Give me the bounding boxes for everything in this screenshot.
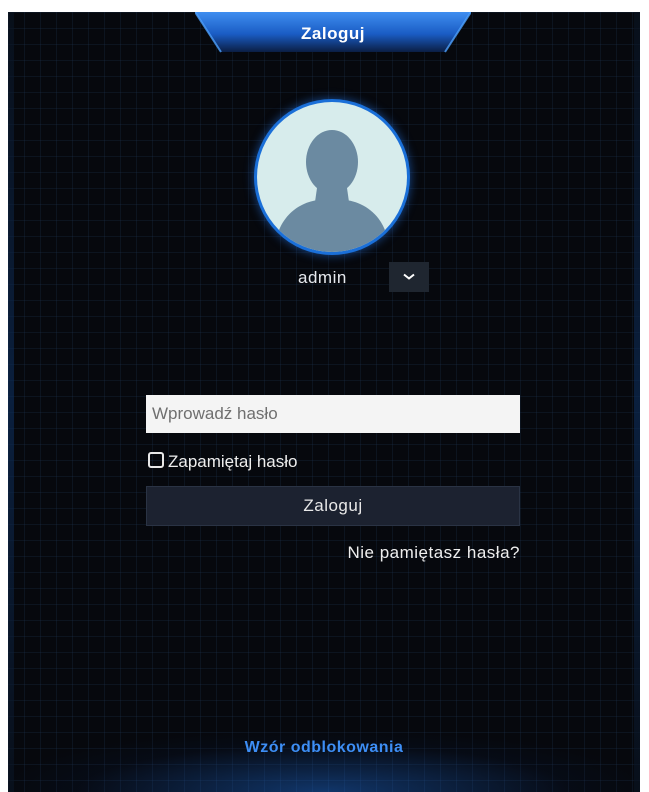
- forgot-password-link[interactable]: Nie pamiętasz hasła?: [347, 543, 520, 563]
- login-button[interactable]: Zaloguj: [146, 486, 520, 526]
- unlock-pattern-link[interactable]: Wzór odblokowania: [8, 739, 640, 757]
- login-dialog: Zaloguj admin Zapamiętaj hasło Zaloguj N…: [8, 12, 640, 792]
- username-label: admin: [298, 268, 347, 287]
- user-silhouette-icon: [257, 102, 407, 252]
- password-input[interactable]: [146, 395, 520, 433]
- chevron-down-icon: [403, 273, 415, 280]
- remember-password-label: Zapamiętaj hasło: [168, 452, 298, 471]
- dialog-title: Zaloguj: [301, 24, 365, 43]
- title-tab: Zaloguj: [195, 12, 471, 56]
- checkbox-box[interactable]: [148, 452, 164, 468]
- user-selector: admin: [288, 262, 438, 294]
- user-dropdown-button[interactable]: [389, 262, 429, 292]
